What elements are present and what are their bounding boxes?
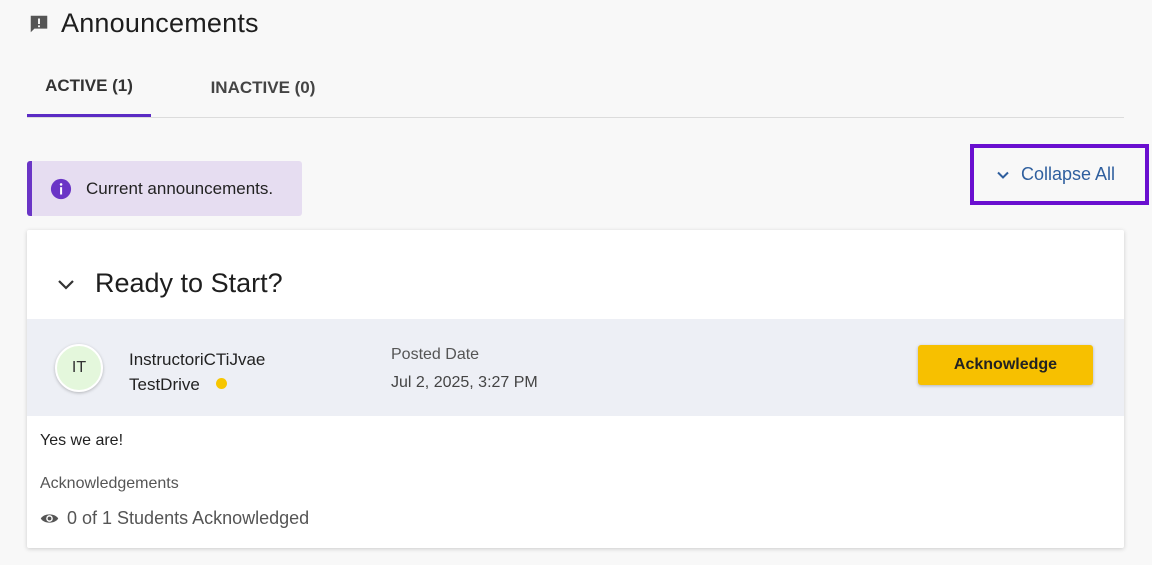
announcement-body: Yes we are!: [40, 432, 124, 449]
status-dot: [215, 378, 227, 389]
acknowledgements-label: Acknowledgements: [40, 475, 179, 492]
acknowledge-button[interactable]: Acknowledge: [918, 345, 1093, 385]
info-banner: Current announcements.: [27, 161, 302, 216]
info-banner-text: Current announcements.: [86, 178, 274, 198]
collapse-all-button[interactable]: Collapse All: [970, 144, 1149, 205]
page-title: Announcements: [61, 8, 259, 38]
posted-info: Posted Date Jul 2, 2025, 3:27 PM: [391, 346, 538, 392]
posted-date-label: Posted Date: [391, 346, 480, 363]
author-name-line-1: InstructoriCTiJvae: [129, 350, 266, 369]
author-name-line-2: TestDrive: [129, 375, 200, 394]
chevron-down-icon: [997, 171, 1009, 179]
announcement-icon: [30, 15, 48, 32]
acknowledgements-count: 0 of 1 Students Acknowledged: [40, 508, 309, 529]
page-header: Announcements: [28, 8, 259, 39]
acknowledgements-count-text: 0 of 1 Students Acknowledged: [67, 508, 310, 528]
announcement-meta: IT InstructoriCTiJvae TestDrive Posted D…: [27, 319, 1124, 416]
tab-active[interactable]: ACTIVE (1): [27, 58, 151, 117]
eye-icon: [40, 514, 59, 523]
tab-inactive[interactable]: INACTIVE (0): [187, 58, 339, 117]
announcement-toggle[interactable]: Ready to Start?: [57, 268, 283, 299]
tab-bar: ACTIVE (1) INACTIVE (0): [27, 58, 1124, 118]
author-name: InstructoriCTiJvae TestDrive: [129, 347, 265, 397]
author-name-line-2-row: TestDrive: [129, 372, 265, 397]
collapse-all-label: Collapse All: [1021, 164, 1116, 184]
posted-date: Jul 2, 2025, 3:27 PM: [391, 374, 538, 391]
chevron-down-icon: [58, 279, 74, 290]
announcement-card: Ready to Start? IT InstructoriCTiJvae Te…: [27, 230, 1124, 548]
info-icon: [50, 178, 72, 199]
avatar: IT: [55, 344, 103, 392]
announcement-title: Ready to Start?: [95, 268, 283, 298]
